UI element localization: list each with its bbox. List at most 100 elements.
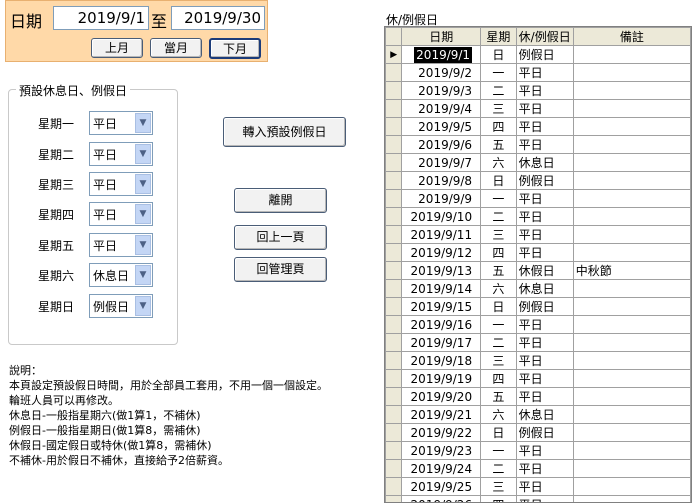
chevron-down-icon[interactable]: ▼ — [135, 265, 151, 285]
cell-type[interactable]: 平日 — [515, 189, 574, 208]
row-selector[interactable] — [385, 333, 403, 352]
day-type-select[interactable]: 休息日 ▼ — [89, 263, 153, 287]
row-selector[interactable] — [385, 189, 403, 208]
table-row[interactable]: 2019/9/25 三平日 — [385, 477, 691, 496]
row-selector[interactable] — [385, 135, 403, 154]
cell-note[interactable] — [572, 297, 691, 316]
cell-weekday[interactable]: 二 — [480, 207, 517, 226]
cell-weekday[interactable]: 三 — [480, 225, 517, 244]
cell-type[interactable]: 例假日 — [515, 45, 574, 64]
date-from-input[interactable]: 2019/9/1 — [53, 6, 149, 30]
table-row[interactable]: 2019/9/17 二平日 — [385, 333, 691, 352]
cell-type[interactable]: 平日 — [515, 99, 574, 118]
cell-date[interactable]: 2019/9/9 — [401, 189, 482, 208]
cell-weekday[interactable]: 六 — [480, 153, 517, 172]
cell-weekday[interactable]: 五 — [480, 387, 517, 406]
cell-date[interactable]: 2019/9/16 — [401, 315, 482, 334]
cell-date[interactable]: 2019/9/5 — [401, 117, 482, 136]
row-selector[interactable] — [385, 315, 403, 334]
table-row[interactable]: 2019/9/13 五休假日 中秋節 — [385, 261, 691, 280]
cell-weekday[interactable]: 二 — [480, 81, 517, 100]
cell-note[interactable] — [572, 495, 691, 502]
table-row[interactable]: 2019/9/2 一平日 — [385, 63, 691, 82]
cell-note[interactable] — [572, 315, 691, 334]
day-type-select[interactable]: 平日 ▼ — [89, 202, 153, 226]
cell-date[interactable]: 2019/9/8 — [401, 171, 482, 190]
cell-type[interactable]: 例假日 — [515, 297, 574, 316]
cell-type[interactable]: 平日 — [515, 315, 574, 334]
cell-note[interactable] — [572, 459, 691, 478]
row-selector[interactable]: ▶ — [385, 45, 403, 64]
row-selector[interactable] — [385, 99, 403, 118]
cell-date[interactable]: 2019/9/2 — [401, 63, 482, 82]
table-row[interactable]: 2019/9/15 日例假日 — [385, 297, 691, 316]
cell-date[interactable]: 2019/9/25 — [401, 477, 482, 496]
cell-weekday[interactable]: 六 — [480, 279, 517, 298]
cell-weekday[interactable]: 四 — [480, 495, 517, 502]
cell-type[interactable]: 平日 — [515, 333, 574, 352]
row-selector[interactable] — [385, 279, 403, 298]
cell-weekday[interactable]: 一 — [480, 189, 517, 208]
cell-date[interactable]: 2019/9/12 — [401, 243, 482, 262]
cell-weekday[interactable]: 三 — [480, 477, 517, 496]
table-row[interactable]: 2019/9/16 一平日 — [385, 315, 691, 334]
cell-type[interactable]: 休息日 — [515, 405, 574, 424]
table-row[interactable]: 2019/9/14 六休息日 — [385, 279, 691, 298]
cell-weekday[interactable]: 四 — [480, 117, 517, 136]
day-type-select[interactable]: 平日 ▼ — [89, 233, 153, 257]
table-row[interactable]: ▶ 2019/9/1 日例假日 — [385, 45, 691, 64]
table-row[interactable]: 2019/9/5 四平日 — [385, 117, 691, 136]
row-selector[interactable] — [385, 477, 403, 496]
cell-type[interactable]: 平日 — [515, 207, 574, 226]
cell-note[interactable] — [572, 243, 691, 262]
cell-type[interactable]: 平日 — [515, 351, 574, 370]
cell-weekday[interactable]: 日 — [480, 45, 517, 64]
chevron-down-icon[interactable]: ▼ — [135, 296, 151, 316]
leave-button[interactable]: 離開 — [234, 188, 327, 213]
cell-type[interactable]: 休息日 — [515, 153, 574, 172]
cell-weekday[interactable]: 五 — [480, 261, 517, 280]
cell-date[interactable]: 2019/9/24 — [401, 459, 482, 478]
table-row[interactable]: 2019/9/8 日例假日 — [385, 171, 691, 190]
cell-weekday[interactable]: 四 — [480, 369, 517, 388]
row-selector[interactable] — [385, 243, 403, 262]
cell-note[interactable] — [572, 423, 691, 442]
table-row[interactable]: 2019/9/4 三平日 — [385, 99, 691, 118]
cell-date[interactable]: 2019/9/4 — [401, 99, 482, 118]
cell-note[interactable] — [572, 45, 691, 64]
cell-note[interactable] — [572, 63, 691, 82]
cell-note[interactable] — [572, 207, 691, 226]
cell-type[interactable]: 休假日 — [515, 261, 574, 280]
cell-note[interactable] — [572, 153, 691, 172]
chevron-down-icon[interactable]: ▼ — [135, 204, 151, 224]
table-row[interactable]: 2019/9/6 五平日 — [385, 135, 691, 154]
back-button[interactable]: 回上一頁 — [234, 225, 327, 250]
table-row[interactable]: 2019/9/19 四平日 — [385, 369, 691, 388]
cell-date[interactable]: 2019/9/26 — [401, 495, 482, 502]
cell-date[interactable]: 2019/9/17 — [401, 333, 482, 352]
table-row[interactable]: 2019/9/21 六休息日 — [385, 405, 691, 424]
cell-type[interactable]: 平日 — [515, 243, 574, 262]
next-month-button[interactable]: 下月 — [209, 38, 261, 59]
table-row[interactable]: 2019/9/22 日例假日 — [385, 423, 691, 442]
this-month-button[interactable]: 當月 — [150, 38, 202, 58]
date-to-input[interactable]: 2019/9/30 — [171, 6, 265, 30]
cell-date[interactable]: 2019/9/19 — [401, 369, 482, 388]
cell-date[interactable]: 2019/9/18 — [401, 351, 482, 370]
cell-note[interactable] — [572, 441, 691, 460]
row-selector[interactable] — [385, 369, 403, 388]
cell-note[interactable] — [572, 351, 691, 370]
table-row[interactable]: 2019/9/11 三平日 — [385, 225, 691, 244]
cell-date[interactable]: 2019/9/14 — [401, 279, 482, 298]
row-selector[interactable] — [385, 81, 403, 100]
cell-type[interactable]: 平日 — [515, 387, 574, 406]
cell-date[interactable]: 2019/9/23 — [401, 441, 482, 460]
day-type-select[interactable]: 平日 ▼ — [89, 172, 153, 196]
cell-type[interactable]: 平日 — [515, 81, 574, 100]
cell-date[interactable]: 2019/9/3 — [401, 81, 482, 100]
row-selector[interactable] — [385, 441, 403, 460]
cell-weekday[interactable]: 日 — [480, 297, 517, 316]
table-row[interactable]: 2019/9/9 一平日 — [385, 189, 691, 208]
table-row[interactable]: 2019/9/23 一平日 — [385, 441, 691, 460]
cell-note[interactable] — [572, 369, 691, 388]
